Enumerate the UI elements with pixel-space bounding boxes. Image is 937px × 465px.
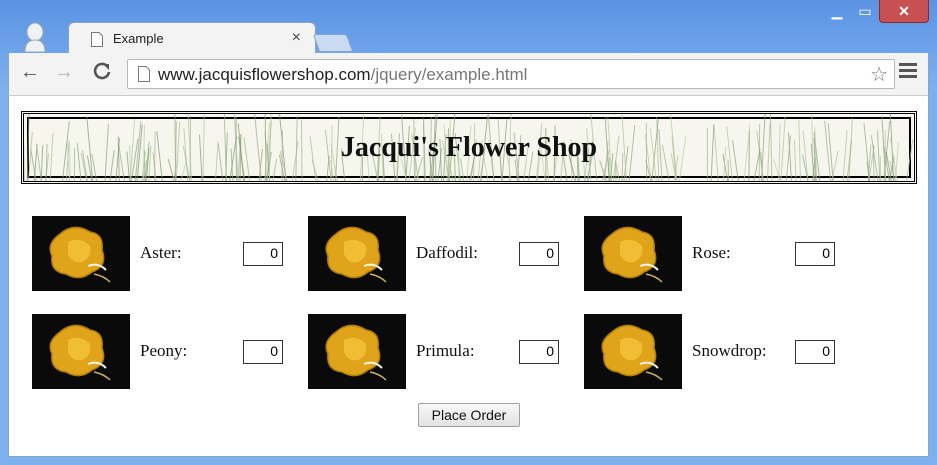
window-controls: ▁ ▭ ✕ [823, 0, 929, 26]
flower-item: Snowdrop: 0 [584, 314, 874, 389]
minimize-button[interactable]: ▁ [823, 0, 851, 22]
quantity-input[interactable]: 0 [795, 242, 835, 266]
browser-window: ▁ ▭ ✕ Example × ← → www.jacquisflowersho… [0, 0, 937, 465]
bookmark-star-icon[interactable]: ☆ [870, 62, 888, 87]
profile-avatar-icon[interactable] [22, 22, 48, 52]
flower-image [308, 314, 406, 389]
tab-example[interactable]: Example × [68, 22, 316, 54]
flower-item: Primula: 0 [308, 314, 598, 389]
flower-item: Aster: 0 [32, 216, 322, 291]
flower-label: Peony: [140, 341, 188, 360]
menu-hamburger-icon[interactable] [899, 63, 917, 81]
back-button[interactable]: ← [17, 61, 43, 84]
quantity-input[interactable]: 0 [243, 242, 283, 266]
url-text[interactable]: www.jacquisflowershop.com/jquery/example… [158, 65, 527, 85]
flower-label: Aster: [140, 243, 182, 262]
maximize-button[interactable]: ▭ [851, 0, 879, 22]
place-order-button[interactable]: Place Order [418, 403, 520, 427]
forward-button[interactable]: → [51, 61, 77, 84]
flower-item: Daffodil: 0 [308, 216, 598, 291]
quantity-input[interactable]: 0 [519, 242, 559, 266]
page-icon [138, 66, 150, 82]
flower-label: Rose: [692, 243, 731, 262]
flower-image [32, 314, 130, 389]
reload-button[interactable] [89, 61, 115, 87]
flower-item: Rose: 0 [584, 216, 874, 291]
shop-header-banner: Jacqui's Flower Shop [21, 111, 917, 184]
flower-label: Snowdrop: [692, 341, 767, 360]
close-window-button[interactable]: ✕ [879, 0, 929, 23]
flower-item: Peony: 0 [32, 314, 322, 389]
tab-title: Example [113, 31, 164, 46]
flower-image [584, 314, 682, 389]
reload-icon [93, 62, 111, 80]
new-tab-button[interactable] [312, 34, 354, 52]
page-title: Jacqui's Flower Shop [340, 132, 598, 163]
address-bar[interactable]: www.jacquisflowershop.com/jquery/example… [127, 59, 895, 89]
url-host: www.jacquisflowershop.com [158, 65, 371, 84]
flower-image [308, 216, 406, 291]
quantity-input[interactable]: 0 [243, 340, 283, 364]
quantity-input[interactable]: 0 [795, 340, 835, 364]
browser-toolbar: ← → www.jacquisflowershop.com/jquery/exa… [8, 53, 929, 95]
flower-label: Primula: [416, 341, 475, 360]
flower-label: Daffodil: [416, 243, 479, 262]
flower-image [584, 216, 682, 291]
quantity-input[interactable]: 0 [519, 340, 559, 364]
page-viewport: Jacqui's Flower Shop Aster: 0 Daffodil: 0 Ro… [8, 95, 929, 457]
page-icon [91, 32, 103, 47]
url-path: /jquery/example.html [370, 65, 528, 84]
tab-close-icon[interactable]: × [292, 29, 301, 47]
flower-image [32, 216, 130, 291]
